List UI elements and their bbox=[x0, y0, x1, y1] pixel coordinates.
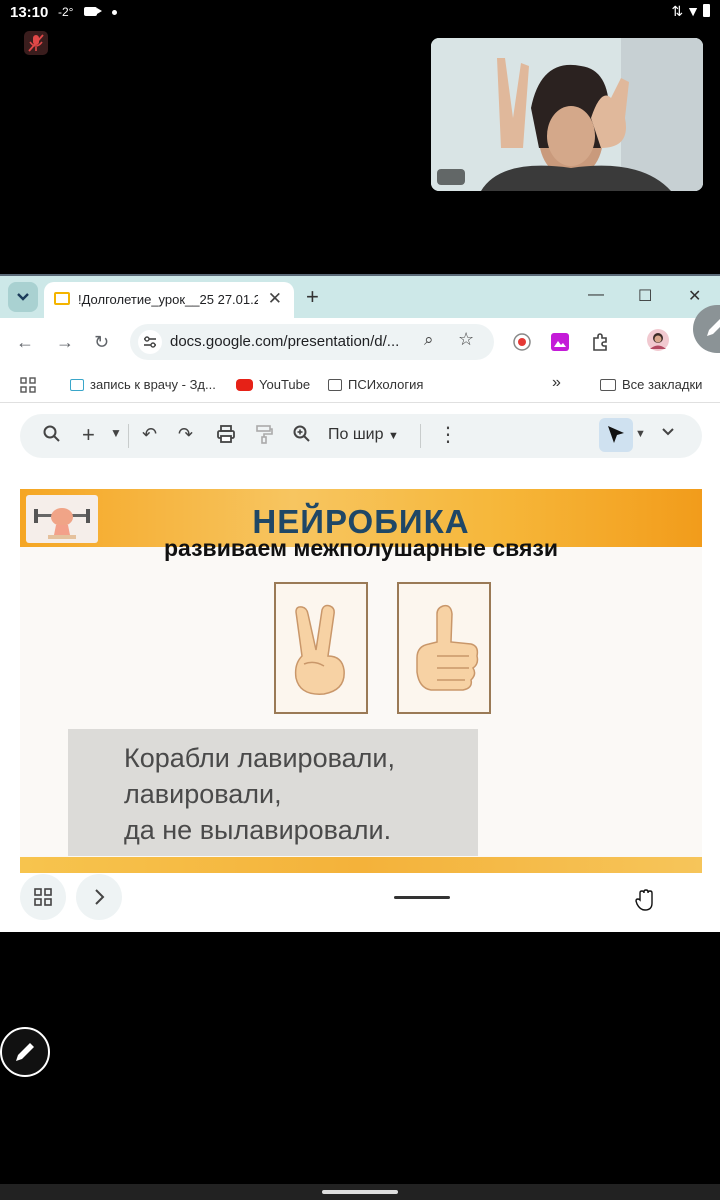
system-nav-bar bbox=[0, 1184, 720, 1200]
pen-icon bbox=[707, 319, 720, 336]
bookmark-health[interactable]: запись к врачу - Зд... bbox=[70, 377, 216, 392]
close-window-button[interactable]: ✕ bbox=[688, 286, 701, 306]
more-vert-icon[interactable]: ⋮ bbox=[438, 422, 458, 447]
slides-bottom-bar bbox=[0, 874, 720, 932]
mic-muted-icon[interactable] bbox=[24, 31, 48, 55]
chevron-down-icon bbox=[17, 293, 29, 301]
chevron-down-icon: ▼ bbox=[387, 430, 399, 442]
page-zoom-icon[interactable]: ⌕ bbox=[424, 330, 434, 350]
extensions-puzzle-icon[interactable] bbox=[590, 332, 610, 357]
select-dropdown-icon[interactable]: ▼ bbox=[635, 428, 646, 440]
browser-window: !Долголетие_урок__25 27.01.25 ✕ + — ☐ ✕ … bbox=[0, 274, 720, 932]
bookmarks-overflow-button[interactable]: » bbox=[552, 374, 561, 392]
zoom-select[interactable]: По шир ▼ bbox=[328, 426, 399, 444]
paint-format-icon[interactable] bbox=[254, 424, 274, 449]
tongue-twister-textbox[interactable]: Корабли лавировали, лавировали, да не вы… bbox=[68, 729, 478, 856]
victory-hand-card bbox=[274, 582, 368, 714]
folder-icon bbox=[328, 379, 342, 391]
search-icon[interactable] bbox=[42, 424, 62, 449]
slides-toolbar: + ▼ ↶ ↷ По шир ▼ ⋮ ▼ bbox=[20, 414, 702, 458]
toolbar-divider bbox=[128, 424, 129, 448]
maximize-button[interactable]: ☐ bbox=[638, 286, 652, 306]
thumbs-up-card bbox=[397, 582, 491, 714]
tab-title: !Долголетие_урок__25 27.01.25 bbox=[78, 292, 258, 307]
bookmarks-bar: запись к врачу - Зд... YouTube ПСИхологи… bbox=[0, 370, 720, 403]
bookmark-folder-psychology[interactable]: ПСИхология bbox=[328, 377, 423, 392]
status-temperature: -2° bbox=[58, 5, 74, 19]
zoom-label: По шир bbox=[328, 426, 384, 443]
notification-dot-icon bbox=[112, 10, 117, 15]
bookmark-label: YouTube bbox=[259, 377, 311, 392]
tab-strip: !Долголетие_урок__25 27.01.25 ✕ + — ☐ ✕ bbox=[0, 276, 720, 318]
all-bookmarks[interactable]: Все закладки bbox=[600, 377, 702, 392]
slide-canvas[interactable]: НЕЙРОБИКА развиваем межполушарные связи … bbox=[20, 489, 702, 873]
add-icon[interactable]: + bbox=[82, 422, 95, 448]
wifi-icon: ▼ bbox=[686, 3, 703, 19]
reload-icon[interactable]: ↻ bbox=[94, 332, 109, 353]
health-icon bbox=[70, 379, 84, 391]
hand-cursor-icon bbox=[634, 888, 656, 917]
record-extension-icon[interactable] bbox=[512, 332, 532, 357]
select-tool-button[interactable] bbox=[599, 418, 633, 452]
all-bookmarks-label: Все закладки bbox=[622, 377, 703, 392]
text-line-2: лавировали, bbox=[124, 779, 282, 809]
add-dropdown-icon[interactable]: ▼ bbox=[110, 426, 122, 440]
bookmark-youtube[interactable]: YouTube bbox=[236, 377, 310, 392]
drag-handle[interactable] bbox=[394, 896, 450, 899]
victory-hand-icon bbox=[294, 604, 345, 695]
profile-avatar[interactable] bbox=[646, 328, 670, 357]
minimize-button[interactable]: — bbox=[588, 286, 604, 304]
status-icons: ⇅▼ bbox=[671, 3, 710, 20]
data-arrows-icon: ⇅ bbox=[671, 3, 687, 19]
apps-grid-icon[interactable] bbox=[20, 377, 36, 396]
youtube-icon bbox=[236, 379, 253, 391]
forward-icon[interactable]: → bbox=[56, 332, 74, 353]
slide-subtitle: развиваем межполушарные связи bbox=[164, 535, 558, 561]
chevron-right-icon bbox=[95, 889, 105, 905]
edit-fab-button[interactable] bbox=[0, 1027, 50, 1077]
back-icon[interactable]: ← bbox=[16, 332, 34, 353]
new-tab-button[interactable]: + bbox=[306, 284, 319, 310]
site-info-icon[interactable] bbox=[138, 330, 162, 354]
slides-favicon-icon bbox=[54, 292, 70, 305]
address-bar[interactable]: docs.google.com/presentation/d/... ⌕ ☆ bbox=[130, 324, 494, 360]
status-time: 13:10 bbox=[10, 4, 49, 21]
folder-icon bbox=[600, 379, 616, 391]
text-line-1: Корабли лавировали, bbox=[124, 743, 395, 773]
tab-presentation[interactable]: !Долголетие_урок__25 27.01.25 ✕ bbox=[44, 282, 294, 318]
print-icon[interactable] bbox=[216, 424, 236, 449]
tab-close-button[interactable]: ✕ bbox=[268, 289, 282, 309]
participant-video[interactable] bbox=[431, 38, 703, 191]
bookmark-star-icon[interactable]: ☆ bbox=[458, 329, 474, 350]
participant-image bbox=[431, 38, 703, 191]
video-camera-icon bbox=[84, 7, 102, 16]
url-text[interactable]: docs.google.com/presentation/d/... bbox=[170, 333, 399, 350]
pin-icon[interactable] bbox=[437, 169, 465, 185]
grid-view-button[interactable] bbox=[20, 874, 66, 920]
bookmark-label: ПСИхология bbox=[348, 377, 424, 392]
status-bar: 13:10 -2° ⇅▼ bbox=[0, 0, 720, 26]
browser-toolbar: ← → ↻ docs.google.com/presentation/d/...… bbox=[0, 318, 720, 370]
zoom-icon[interactable] bbox=[292, 424, 312, 449]
toolbar-divider bbox=[420, 424, 421, 448]
tab-search-button[interactable] bbox=[8, 282, 38, 312]
next-slide-button[interactable] bbox=[76, 874, 122, 920]
battery-icon bbox=[703, 4, 710, 17]
pencil-icon bbox=[16, 1043, 34, 1061]
thumbs-up-icon bbox=[416, 604, 479, 691]
select-cursor-icon bbox=[608, 426, 624, 443]
undo-icon[interactable]: ↶ bbox=[142, 424, 157, 445]
home-gesture-pill[interactable] bbox=[322, 1190, 398, 1194]
image-extension-icon[interactable] bbox=[550, 332, 570, 357]
redo-icon[interactable]: ↷ bbox=[178, 424, 193, 445]
slide-bottom-band bbox=[20, 857, 702, 873]
grid-view-icon bbox=[34, 888, 52, 906]
text-line-3: да не вылавировали. bbox=[124, 815, 392, 845]
collapse-toolbar-icon[interactable] bbox=[660, 424, 676, 445]
bookmark-label: запись к врачу - Зд... bbox=[90, 377, 216, 392]
